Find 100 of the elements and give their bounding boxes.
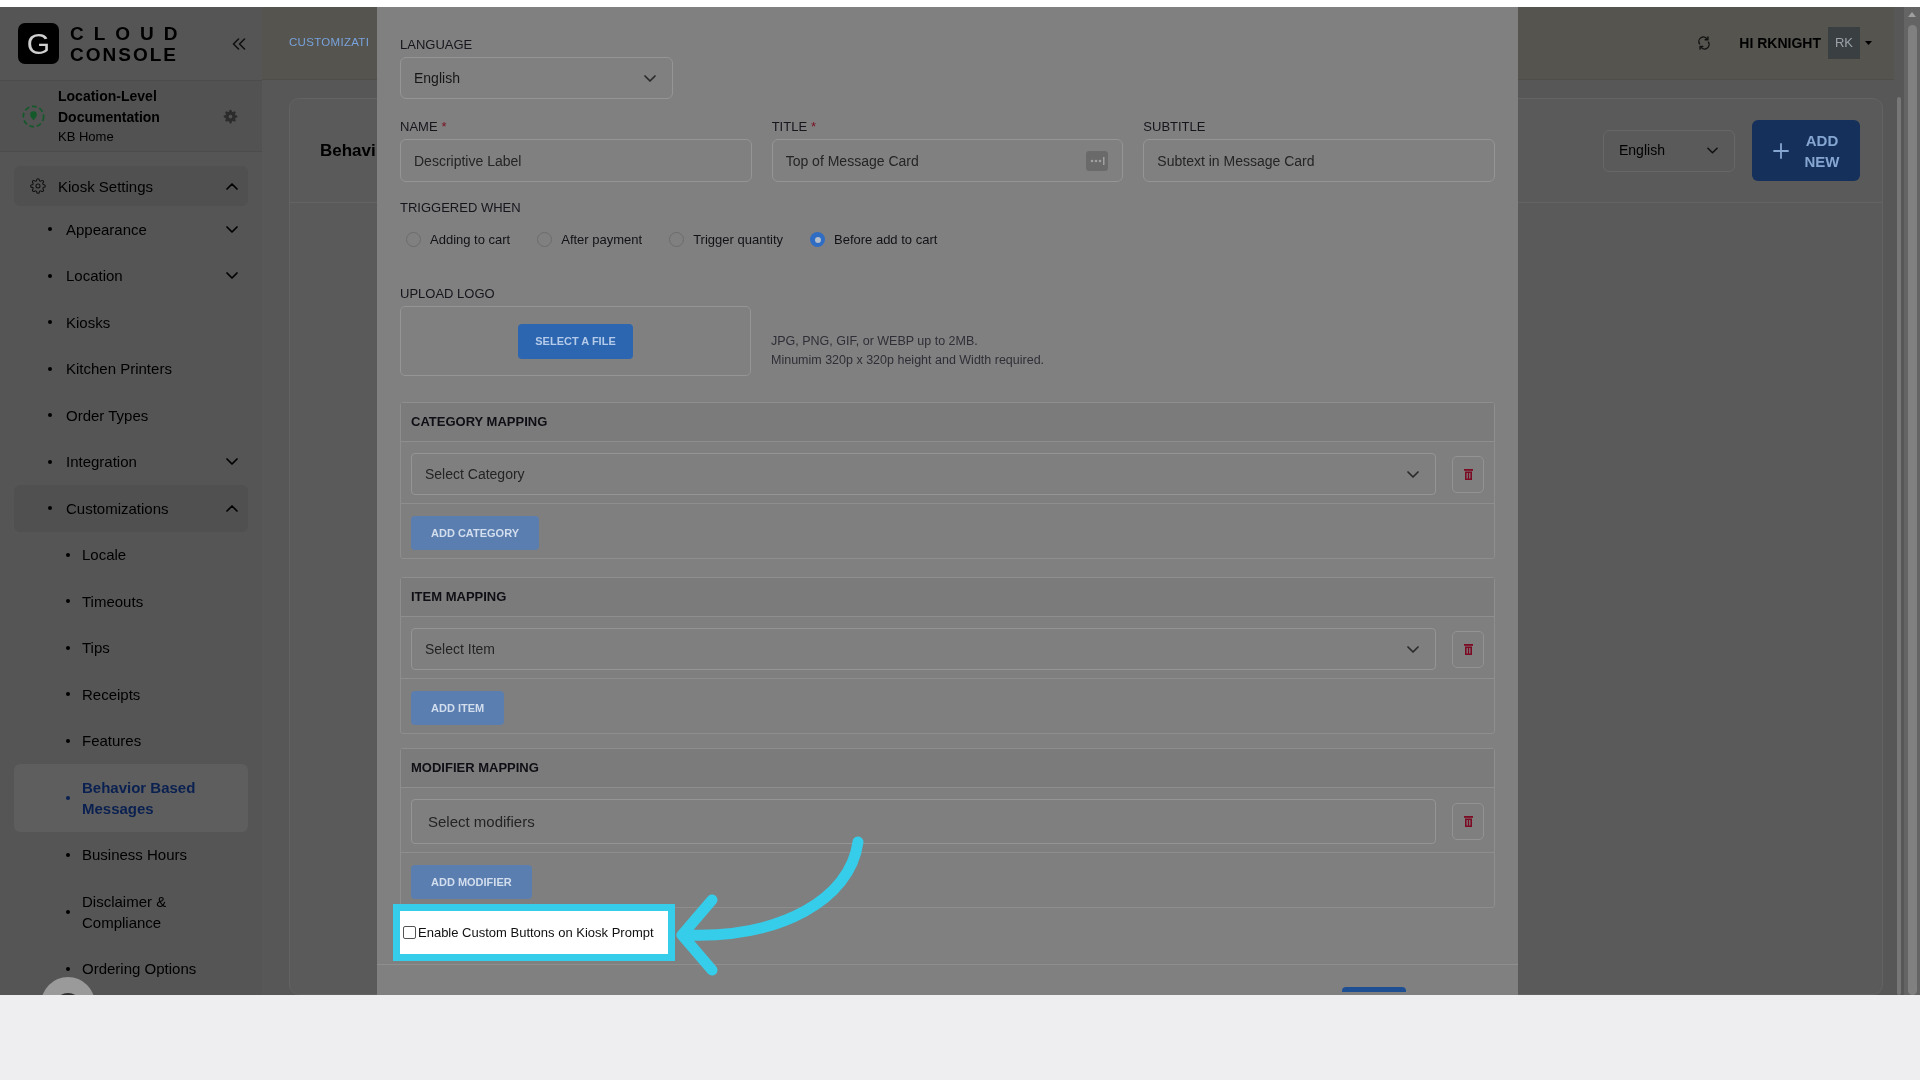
location-subtitle: KB Home	[58, 128, 115, 146]
bullet-icon	[48, 366, 52, 371]
sidebar-item[interactable]: Business Hours	[14, 831, 248, 878]
settings-icon[interactable]	[223, 108, 238, 124]
trash-icon	[1463, 816, 1473, 827]
bullet-icon	[48, 320, 52, 325]
collapse-icon[interactable]	[232, 37, 246, 50]
chevron-down-icon	[1407, 645, 1419, 653]
page-title: Behavi	[320, 139, 376, 162]
section-header: MODIFIER MAPPING	[401, 749, 1494, 788]
bullet-icon	[48, 227, 52, 232]
sidebar-item[interactable]: Integration	[14, 438, 248, 485]
bullet-icon	[66, 909, 70, 914]
field-label: UPLOAD LOGO	[400, 286, 496, 301]
delete-button[interactable]	[1452, 803, 1484, 840]
sidebar-item[interactable]: Order Types	[14, 392, 248, 439]
chevron-down-icon	[1707, 147, 1718, 154]
bullet-icon	[66, 645, 70, 650]
logo-text: CLOUD	[70, 22, 188, 44]
sidebar-item[interactable]: Locale	[14, 531, 248, 578]
sidebar-item[interactable]: Kiosk Settings	[14, 166, 248, 206]
caret-icon[interactable]	[226, 504, 238, 512]
sidebar-item[interactable]: Ordering Options	[14, 945, 248, 992]
radio-label: Adding to cart	[430, 232, 511, 247]
caret-icon[interactable]	[226, 458, 238, 466]
user-avatar[interactable]: RK	[1828, 27, 1860, 59]
trash-icon	[1463, 468, 1473, 480]
location-pin-icon	[22, 104, 45, 128]
add-button[interactable]: ADD ITEM	[411, 691, 505, 725]
radio-label: Before add to cart	[834, 232, 938, 247]
section-header: ITEM MAPPING	[401, 578, 1494, 617]
sidebar-item[interactable]: Features	[14, 717, 248, 764]
bullet-icon	[48, 273, 52, 278]
scrollbar-thumb[interactable]	[1897, 97, 1901, 995]
caret-icon[interactable]	[226, 182, 238, 190]
text-field[interactable]: Subtext in Message Card	[1143, 139, 1495, 182]
bullet-icon	[66, 692, 70, 697]
scrollbar[interactable]	[1904, 7, 1920, 995]
radio-button[interactable]	[810, 232, 825, 247]
chevron-down-icon	[1407, 470, 1419, 478]
add-button[interactable]: ADD CATEGORY	[411, 516, 539, 550]
upload-area[interactable]: SELECT A FILE	[400, 306, 751, 376]
sidebar-item[interactable]: Timeouts	[14, 578, 248, 625]
text-field[interactable]: Top of Message Card	[771, 139, 1124, 182]
hint-text: Minumim 320p x 320p height and Width required.	[771, 352, 1045, 369]
refresh-icon[interactable]	[1697, 36, 1712, 50]
bullet-icon	[66, 795, 70, 800]
add-button[interactable]: ADD MODIFIER	[411, 865, 532, 899]
breadcrumb-link[interactable]: CUSTOMIZATI	[289, 34, 370, 52]
dropdown-field[interactable]: Select Category	[411, 453, 1436, 495]
hint-text: JPG, PNG, GIF, or WEBP up to 2MB.	[771, 333, 979, 350]
sidebar-item[interactable]: Disclaimer & Compliance	[14, 878, 248, 946]
checkbox[interactable]	[403, 926, 416, 939]
language-select[interactable]: English	[400, 57, 673, 99]
user-greeting: HI RKNIGHT	[1739, 33, 1821, 53]
sidebar-item[interactable]: Appearance	[14, 206, 248, 253]
bullet-icon	[66, 966, 70, 971]
location-name: Location-Level Documentation	[58, 87, 161, 127]
logo-mark: G	[18, 23, 59, 64]
gear-icon	[30, 178, 46, 194]
sidebar-item[interactable]: Receipts	[14, 671, 248, 718]
bullet-icon	[48, 413, 52, 418]
scroll-up-icon[interactable]	[1908, 12, 1916, 17]
language-select[interactable]: English	[1603, 129, 1735, 172]
sidebar-item[interactable]: Kitchen Printers	[14, 345, 248, 392]
select-file-button[interactable]: SELECT A FILE	[518, 323, 633, 359]
dots-icon[interactable]	[1086, 150, 1109, 171]
add-new-button[interactable]: ADD NEW	[1752, 120, 1860, 181]
bullet-icon	[66, 852, 70, 857]
sidebar-item[interactable]: Behavior Based Messages	[14, 764, 248, 832]
dropdown-field[interactable]: Select Item	[411, 628, 1436, 670]
bullet-icon	[66, 599, 70, 604]
field-label: TITLE *	[771, 119, 818, 134]
sidebar-item[interactable]: Location	[14, 252, 248, 299]
bullet-icon	[66, 738, 70, 743]
field-label: NAME *	[400, 119, 448, 134]
logo-text: CONSOLE	[70, 43, 179, 65]
radio-label: After payment	[561, 232, 643, 247]
text-field[interactable]: Descriptive Label	[400, 139, 752, 182]
multiselect-field[interactable]: Select modifiers	[411, 799, 1436, 844]
sidebar-item[interactable]: Tips	[14, 624, 248, 671]
field-label: LANGUAGE	[400, 37, 474, 52]
trash-icon	[1463, 643, 1473, 655]
plus-icon	[1773, 142, 1789, 159]
sidebar-item[interactable]: Customizations	[14, 485, 248, 532]
delete-button[interactable]	[1452, 455, 1484, 493]
sidebar-item[interactable]: Kiosks	[14, 299, 248, 346]
delete-button[interactable]	[1452, 630, 1484, 668]
radio-label: Trigger quantity	[693, 232, 783, 247]
scrollbar-thumb[interactable]	[1907, 25, 1917, 995]
checkbox-label: Enable Custom Buttons on Kiosk Prompt	[418, 925, 654, 940]
field-label: TRIGGERED WHEN	[400, 200, 522, 215]
section-header: CATEGORY MAPPING	[401, 403, 1494, 442]
caret-icon[interactable]	[1865, 41, 1872, 45]
bullet-icon	[48, 506, 52, 511]
chevron-down-icon	[644, 74, 656, 82]
caret-icon[interactable]	[226, 225, 238, 233]
bullet-icon	[48, 459, 52, 464]
caret-icon[interactable]	[226, 272, 238, 280]
field-label: SUBTITLE	[1143, 119, 1207, 134]
